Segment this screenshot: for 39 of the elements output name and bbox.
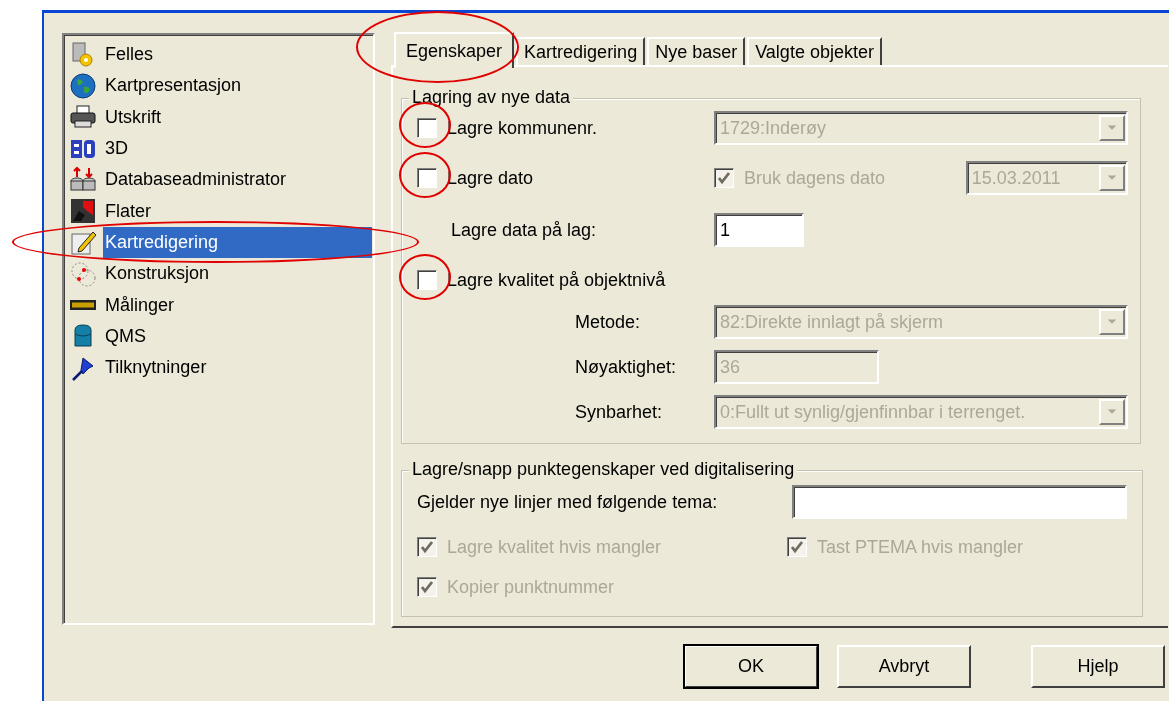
tab[interactable]: Valgte objekter: [747, 37, 882, 65]
checkbox[interactable]: [417, 118, 437, 138]
checkbox-label: Bruk dagens dato: [744, 167, 886, 189]
sidebar-item[interactable]: Flater: [103, 195, 372, 227]
field-label: Nøyaktighet:: [575, 356, 677, 378]
tab[interactable]: Egenskaper: [394, 32, 515, 68]
sidebar-item[interactable]: 3D: [103, 133, 372, 165]
sidebar-item[interactable]: Kartpresentasjon: [103, 70, 372, 102]
field-label: Lagre data på lag:: [451, 219, 597, 241]
group-title: Lagring av nye data: [409, 87, 574, 108]
dialog-button[interactable]: Hjelp: [1031, 645, 1165, 688]
globe-icon: [68, 71, 98, 100]
sidebar-item[interactable]: Utskrift: [103, 101, 372, 133]
sidebar-item[interactable]: Felles: [103, 39, 372, 71]
dialog-button[interactable]: OK: [684, 645, 818, 688]
sidebar-item[interactable]: Tilknytninger: [103, 352, 372, 384]
checkbox-label: Lagre kvalitet hvis mangler: [447, 536, 662, 558]
field-label: Metode:: [575, 311, 641, 333]
tab[interactable]: Nye baser: [647, 37, 746, 65]
field-label: Synbarhet:: [575, 401, 663, 423]
checkbox[interactable]: [417, 270, 437, 290]
sidebar-item[interactable]: Konstruksjon: [103, 258, 372, 290]
sidebar-item[interactable]: Målinger: [103, 289, 372, 321]
group-title: Lagre/snapp punktegenskaper ved digitalisering: [409, 459, 798, 480]
text-field[interactable]: [792, 485, 1127, 519]
text-field[interactable]: 1: [714, 213, 804, 247]
field-label: Gjelder nye linjer med følgende tema:: [417, 491, 718, 513]
checkbox[interactable]: [417, 168, 437, 188]
sidebar-item[interactable]: Databaseadministrator: [103, 164, 372, 196]
database-icon: [68, 165, 98, 194]
checkbox-label: Kopier punktnummer: [447, 576, 615, 598]
circles-icon: [68, 259, 98, 288]
ruler-icon: [68, 299, 98, 311]
sidebar-item[interactable]: QMS: [103, 320, 372, 352]
checkbox-label: Tast PTEMA hvis mangler: [817, 536, 1024, 558]
sidebar-item[interactable]: Kartredigering: [103, 226, 372, 258]
tab[interactable]: Kartredigering: [516, 37, 646, 65]
dialog-button[interactable]: Avbryt: [837, 645, 971, 688]
area-icon: [68, 197, 98, 226]
